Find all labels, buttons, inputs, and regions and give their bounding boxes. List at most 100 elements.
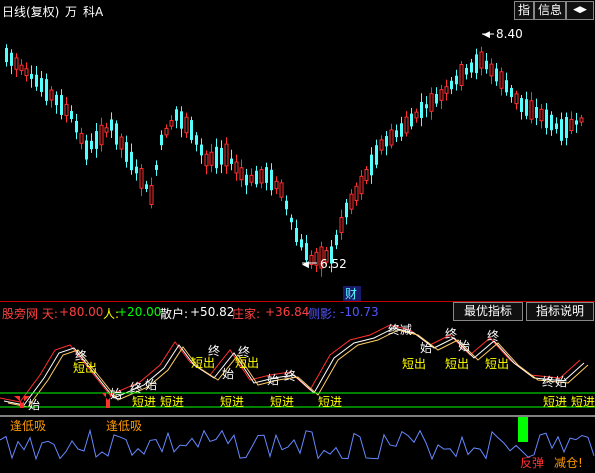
signal-jiancang: 减仓!	[554, 456, 583, 470]
candle-body	[410, 113, 413, 127]
candle-body	[14, 57, 19, 70]
period-label[interactable]: 日线(复权)	[2, 3, 59, 20]
candle-body	[10, 52, 13, 66]
candle-body	[545, 109, 548, 128]
candle-body	[45, 79, 48, 101]
indicator-header: 股旁网 天: +80.00 人: +20.00 散户: +50.82 庄家: +…	[0, 302, 595, 321]
signal-zhong: 终	[487, 328, 499, 343]
candle-body	[335, 234, 338, 246]
finance-marker: 财	[345, 287, 357, 301]
candle-body	[239, 167, 244, 181]
candle-body	[169, 120, 174, 127]
candle-body	[470, 62, 473, 73]
candle-body	[155, 165, 158, 170]
candle-body	[579, 117, 584, 123]
signal-zhong: 终	[130, 380, 142, 395]
candle-body	[215, 146, 218, 169]
candle-body	[465, 67, 468, 75]
signal-duanchu: 短出	[485, 357, 509, 371]
candle-body	[200, 144, 203, 156]
indicator-help-button[interactable]: 指标说明	[526, 302, 594, 321]
candle-body	[95, 131, 98, 149]
candle-body	[364, 169, 369, 181]
candle-body	[345, 202, 348, 218]
signal-duanjin: 短进	[543, 395, 567, 409]
candle-body	[184, 116, 189, 134]
candle-body	[99, 124, 104, 146]
candle-body	[520, 98, 523, 112]
zhi-button[interactable]: 指	[514, 1, 534, 20]
candle-body	[110, 119, 113, 131]
candle-body	[404, 116, 409, 134]
low-price-annotation: ◀ 6.52	[302, 257, 347, 271]
candle-body	[274, 180, 279, 190]
candle-body	[255, 170, 258, 185]
candle-body	[560, 119, 563, 141]
cemian-value: -10.73	[340, 305, 379, 319]
candle-body	[70, 110, 73, 120]
candle-body	[525, 99, 528, 116]
candle-body	[180, 111, 183, 129]
candle-body	[19, 64, 24, 72]
signal-shi: 始	[555, 375, 567, 389]
candle-body	[300, 239, 303, 248]
candle-body	[75, 120, 78, 133]
candle-body	[85, 140, 88, 160]
unit-label: 万	[65, 5, 78, 19]
candle-body	[265, 167, 268, 183]
signal-duanchu: 短出	[445, 357, 469, 371]
candle-body	[499, 71, 504, 89]
candle-body	[370, 154, 373, 176]
signal-duanjin: 短进	[220, 395, 244, 409]
price-chart[interactable]: ◀ 8.40 ◀ 6.52 财	[0, 20, 595, 302]
candle-body	[295, 228, 298, 242]
candle-body	[400, 123, 403, 137]
nav-arrows-icon[interactable]: ◀▶	[566, 1, 594, 20]
candle-body	[420, 101, 423, 119]
candle-body	[489, 63, 494, 77]
candle-body	[565, 116, 568, 139]
signal-shi: 始	[110, 387, 122, 401]
signal-fengdixi: 逢低吸	[10, 419, 46, 433]
info-button[interactable]: 信息	[534, 1, 566, 20]
signal-shi: 始	[28, 398, 40, 412]
rebound-bar	[518, 417, 528, 442]
signal-shi: 始	[420, 341, 432, 355]
candle-body	[505, 80, 508, 93]
candle-body	[259, 169, 264, 184]
candle-body	[475, 54, 478, 74]
candle-body	[149, 185, 154, 205]
indicator-chart[interactable]: 始 终 短出 始 终 始 短进 短进 短出 终 始 终 短出 始 终 短进 短进…	[0, 320, 595, 473]
candle-body	[539, 108, 544, 122]
candle-body	[130, 151, 133, 171]
candle-body	[5, 47, 8, 63]
candle-body	[79, 132, 84, 144]
signal-duanjin: 短进	[160, 395, 184, 409]
high-price-label: 8.40	[496, 27, 523, 41]
candle-body	[220, 147, 223, 165]
candle-body	[49, 89, 54, 101]
signal-zhong: 终	[208, 343, 220, 358]
candle-body	[569, 118, 574, 132]
candle-body	[279, 182, 284, 198]
signal-zhongjian: 终减	[388, 322, 412, 337]
candle-body	[395, 130, 398, 138]
candle-body	[510, 87, 513, 98]
candle-body	[249, 174, 254, 183]
sanhu-value: +50.82	[190, 305, 235, 319]
stock-name: 科A	[83, 5, 104, 19]
candle-body	[435, 93, 438, 104]
signal-zhong: 终	[445, 326, 457, 341]
tian-value: +80.00	[59, 305, 104, 319]
low-price-label: 6.52	[320, 257, 347, 271]
signal-duanchu: 短出	[235, 356, 259, 370]
candle-body	[125, 142, 128, 162]
candle-body	[349, 193, 354, 210]
candle-body	[359, 175, 364, 195]
candle-body	[90, 140, 93, 150]
candle-body	[389, 129, 394, 146]
signal-zhong: 终	[542, 374, 554, 389]
candle-body	[535, 107, 538, 118]
best-indicator-button[interactable]: 最优指标	[453, 302, 523, 321]
signal-fantan: 反弹	[520, 456, 544, 470]
